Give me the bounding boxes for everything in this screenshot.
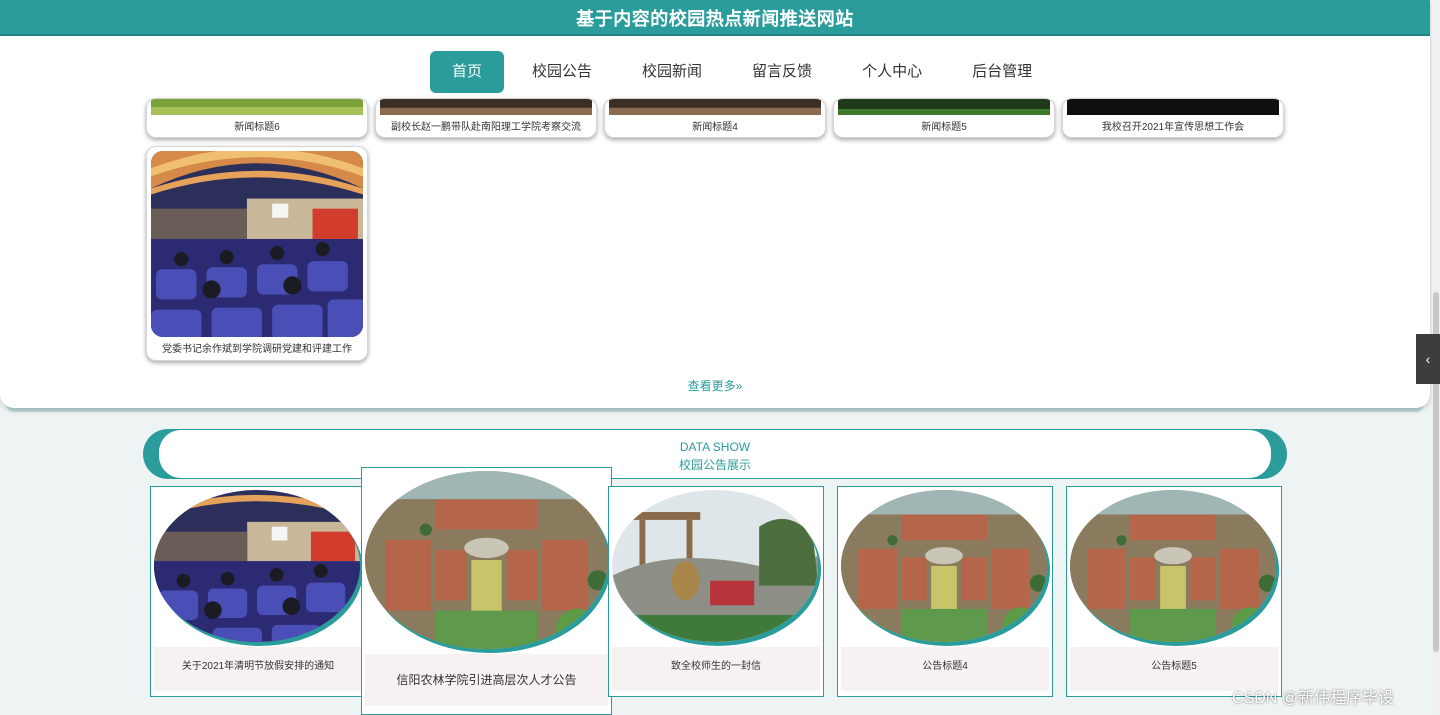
notice-image: [1070, 490, 1276, 642]
site-header: 基于内容的校园热点新闻推送网站: [0, 0, 1430, 36]
news-thumbnail: [151, 151, 363, 337]
notice-card-hovered[interactable]: 信阳农林学院引进高层次人才公告: [361, 467, 612, 715]
notice-image: [365, 471, 608, 649]
news-thumbnail: [380, 99, 592, 115]
notice-title[interactable]: 致全校师生的一封信: [612, 647, 820, 691]
news-card[interactable]: 党委书记余作斌到学院调研党建和评建工作: [146, 146, 368, 361]
side-drawer-toggle[interactable]: ‹: [1416, 334, 1440, 384]
notice-image: [612, 490, 818, 642]
news-title[interactable]: 新闻标题5: [834, 118, 1054, 133]
news-card[interactable]: 新闻标题4: [604, 98, 826, 138]
notice-image: [154, 490, 360, 642]
news-title[interactable]: 我校召开2021年宣传思想工作会: [1063, 118, 1283, 133]
notice-card[interactable]: 公告标题5: [1066, 486, 1282, 697]
news-title[interactable]: 新闻标题6: [147, 118, 367, 133]
nav-admin[interactable]: 后台管理: [950, 51, 1054, 93]
nav-feedback[interactable]: 留言反馈: [730, 51, 834, 93]
notice-card[interactable]: 公告标题4: [837, 486, 1053, 697]
notice-image: [841, 490, 1047, 642]
news-title[interactable]: 副校长赵一鹏带队赴南阳理工学院考察交流: [376, 118, 596, 133]
main-nav: 首页 校园公告 校园新闻 留言反馈 个人中心 后台管理: [430, 51, 1060, 93]
notice-title[interactable]: 信阳农林学院引进高层次人才公告: [365, 654, 608, 706]
notice-title[interactable]: 公告标题4: [841, 647, 1049, 691]
news-title[interactable]: 党委书记余作斌到学院调研党建和评建工作: [147, 340, 367, 355]
view-more-link[interactable]: 查看更多»: [0, 377, 1430, 394]
news-thumbnail: [1067, 99, 1279, 115]
nav-personal-center[interactable]: 个人中心: [840, 51, 944, 93]
nav-campus-notices[interactable]: 校园公告: [510, 51, 614, 93]
nav-home[interactable]: 首页: [430, 51, 505, 93]
news-thumbnail: [838, 99, 1050, 115]
section-banner: DATA SHOW 校园公告展示: [143, 429, 1287, 479]
site-title: 基于内容的校园热点新闻推送网站: [576, 9, 854, 29]
news-title[interactable]: 新闻标题4: [605, 118, 825, 133]
watermark: CSDN @新伟程序毕设: [1232, 690, 1395, 707]
nav-campus-news[interactable]: 校园新闻: [620, 51, 724, 93]
news-card[interactable]: 副校长赵一鹏带队赴南阳理工学院考察交流: [375, 98, 597, 138]
news-card[interactable]: 我校召开2021年宣传思想工作会: [1062, 98, 1284, 138]
section-title-en: DATA SHOW: [679, 440, 751, 454]
news-thumbnail: [609, 99, 821, 115]
news-card[interactable]: 新闻标题5: [833, 98, 1055, 138]
top-content-card: 首页 校园公告 校园新闻 留言反馈 个人中心 后台管理 新闻标题6 副校长赵一鹏…: [0, 36, 1430, 408]
notice-card[interactable]: 致全校师生的一封信: [608, 486, 824, 697]
section-banner-inner: DATA SHOW 校园公告展示: [159, 430, 1271, 478]
news-thumbnail: [151, 99, 363, 115]
notice-title[interactable]: 关于2021年清明节放假安排的通知: [154, 647, 362, 691]
notice-card[interactable]: 关于2021年清明节放假安排的通知: [150, 486, 366, 697]
chevron-left-icon: ‹: [1425, 351, 1431, 367]
news-card[interactable]: 新闻标题6: [146, 98, 368, 138]
section-title-cn: 校园公告展示: [678, 458, 751, 472]
